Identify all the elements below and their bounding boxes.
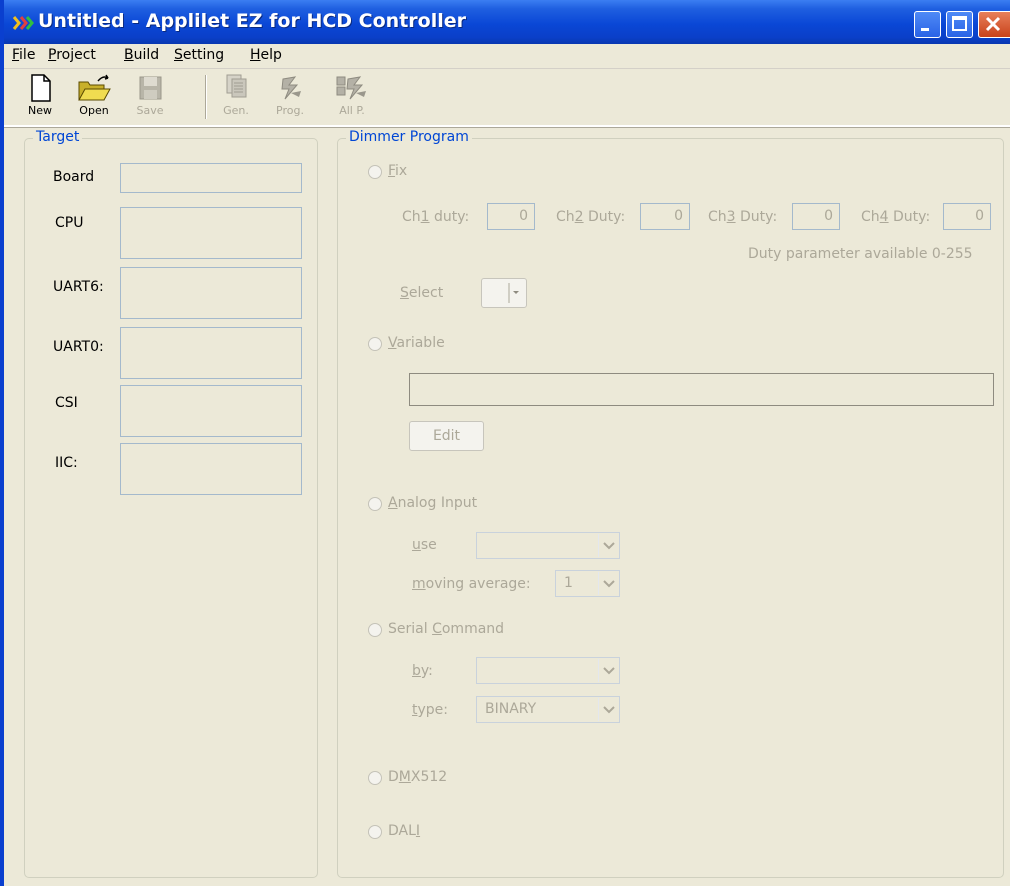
allp-label: All P. bbox=[339, 104, 365, 117]
menu-bar: File Project Build Setting Help bbox=[4, 44, 1010, 69]
by-label: by: bbox=[412, 663, 433, 679]
serial-command-label: Serial Command bbox=[388, 621, 505, 637]
use-label: use bbox=[412, 537, 437, 553]
moving-average-label: moving average: bbox=[412, 576, 531, 592]
iic-label: IIC: bbox=[55, 455, 78, 471]
moving-average-arrow bbox=[598, 572, 618, 595]
ch4-duty-input[interactable]: 0 bbox=[943, 203, 991, 230]
type-label: type: bbox=[412, 702, 449, 718]
ch1-duty-label: Ch1 duty: bbox=[402, 209, 470, 225]
fix-radio-label: Fix bbox=[388, 163, 408, 179]
program-lightning-icon bbox=[281, 76, 301, 100]
menu-project[interactable]: Project bbox=[48, 47, 96, 63]
uart0-label: UART0: bbox=[53, 339, 104, 355]
window-frame-left bbox=[0, 0, 4, 886]
fix-radio[interactable] bbox=[368, 165, 382, 179]
use-select[interactable] bbox=[476, 532, 620, 559]
dmx512-radio[interactable] bbox=[368, 771, 382, 785]
dali-radio[interactable] bbox=[368, 825, 382, 839]
ch1-duty-input[interactable]: 0 bbox=[487, 203, 535, 230]
new-label: New bbox=[28, 104, 52, 117]
by-select[interactable] bbox=[476, 657, 620, 684]
menu-build[interactable]: Build bbox=[124, 47, 159, 63]
new-button[interactable]: New bbox=[16, 73, 64, 121]
chevron-down-icon bbox=[508, 283, 519, 303]
generate-pages-icon bbox=[226, 74, 247, 98]
variable-program-field bbox=[409, 373, 994, 406]
ch3-duty-input[interactable]: 0 bbox=[792, 203, 840, 230]
close-icon bbox=[985, 16, 1001, 32]
dimmer-program-group: Dimmer Program Fix Ch1 duty: 0 Ch2 Duty:… bbox=[337, 129, 1004, 878]
type-select-arrow bbox=[598, 698, 618, 721]
iic-field bbox=[120, 443, 302, 495]
board-label: Board bbox=[53, 169, 95, 185]
chevron-down-icon bbox=[602, 705, 615, 713]
minimize-button[interactable] bbox=[914, 11, 941, 38]
open-label: Open bbox=[79, 104, 109, 117]
prog-label: Prog. bbox=[276, 104, 304, 117]
target-group-title: Target bbox=[33, 129, 83, 145]
dali-label: DALI bbox=[388, 823, 421, 839]
maximize-icon bbox=[952, 16, 967, 31]
ch3-duty-label: Ch3 Duty: bbox=[708, 209, 778, 225]
moving-average-select[interactable]: 1 bbox=[555, 570, 620, 597]
target-group: Target Board CPU UART6: UART0: CSI IIC: bbox=[24, 129, 318, 878]
menu-file[interactable]: File bbox=[12, 47, 35, 63]
moving-average-value: 1 bbox=[564, 575, 573, 591]
new-document-icon bbox=[31, 74, 51, 102]
window-title: Untitled - Applilet EZ for HCD Controlle… bbox=[38, 10, 466, 32]
menu-help[interactable]: Help bbox=[250, 47, 282, 63]
chevron-down-icon bbox=[602, 579, 615, 587]
ch2-duty-label: Ch2 Duty: bbox=[556, 209, 626, 225]
save-label: Save bbox=[136, 104, 164, 117]
program-button[interactable]: Prog. bbox=[266, 73, 314, 121]
type-select-value: BINARY bbox=[485, 701, 537, 717]
main-panel: Target Board CPU UART6: UART0: CSI IIC: … bbox=[4, 128, 1010, 886]
select-label: Select bbox=[400, 285, 444, 301]
save-disk-icon bbox=[139, 76, 162, 100]
cpu-field bbox=[120, 207, 302, 259]
use-select-arrow bbox=[598, 534, 618, 557]
gen-label: Gen. bbox=[223, 104, 249, 117]
type-select[interactable]: BINARY bbox=[476, 696, 620, 723]
all-program-icon bbox=[336, 76, 366, 100]
title-bar[interactable]: Untitled - Applilet EZ for HCD Controlle… bbox=[0, 0, 1010, 44]
menu-setting[interactable]: Setting bbox=[174, 47, 224, 63]
dimmer-group-title: Dimmer Program bbox=[346, 129, 472, 145]
open-folder-icon bbox=[78, 74, 111, 101]
uart6-label: UART6: bbox=[53, 279, 104, 295]
close-button[interactable] bbox=[978, 11, 1010, 38]
all-program-button[interactable]: All P. bbox=[328, 73, 376, 121]
chevron-down-icon bbox=[602, 541, 615, 549]
maximize-button[interactable] bbox=[946, 11, 973, 38]
client-area: File Project Build Setting Help New Open… bbox=[4, 44, 1010, 886]
generate-button[interactable]: Gen. bbox=[212, 73, 260, 121]
ch2-duty-input[interactable]: 0 bbox=[640, 203, 690, 230]
toolbar-separator bbox=[205, 75, 207, 119]
analog-input-radio[interactable] bbox=[368, 497, 382, 511]
cpu-label: CPU bbox=[55, 215, 84, 231]
board-field bbox=[120, 163, 302, 193]
chevron-down-icon bbox=[602, 666, 615, 674]
variable-radio-label: Variable bbox=[388, 335, 445, 351]
dmx512-label: DMX512 bbox=[388, 769, 448, 785]
ch4-duty-label: Ch4 Duty: bbox=[861, 209, 931, 225]
by-select-arrow bbox=[598, 659, 618, 682]
open-button[interactable]: Open bbox=[70, 73, 118, 121]
toolbar: New Open Save Gen. Prog. All P. bbox=[4, 69, 1010, 127]
select-dropdown-button[interactable] bbox=[481, 278, 527, 308]
duty-parameter-hint: Duty parameter available 0-255 bbox=[748, 246, 973, 262]
minimize-icon bbox=[921, 28, 929, 31]
analog-input-label: Analog Input bbox=[388, 495, 478, 511]
uart0-field bbox=[120, 327, 302, 379]
variable-radio[interactable] bbox=[368, 337, 382, 351]
app-logo-icon bbox=[12, 16, 34, 30]
csi-label: CSI bbox=[55, 395, 78, 411]
csi-field bbox=[120, 385, 302, 437]
app-window: Untitled - Applilet EZ for HCD Controlle… bbox=[0, 0, 1010, 886]
edit-button[interactable]: Edit bbox=[409, 421, 484, 451]
uart6-field bbox=[120, 267, 302, 319]
save-button[interactable]: Save bbox=[126, 73, 174, 121]
serial-command-radio[interactable] bbox=[368, 623, 382, 637]
